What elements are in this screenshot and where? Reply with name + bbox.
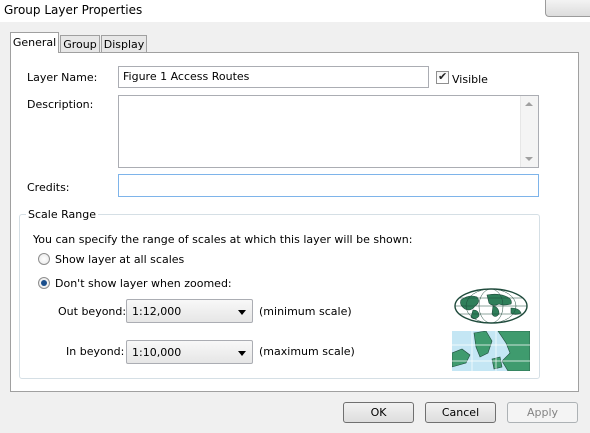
- out-beyond-combobox[interactable]: 1:12,000: [126, 299, 253, 323]
- tab-group[interactable]: Group: [60, 35, 100, 52]
- layer-name-label: Layer Name:: [27, 71, 98, 84]
- out-beyond-note: (minimum scale): [259, 305, 352, 318]
- credits-label: Credits:: [27, 181, 70, 194]
- radio-selected-dot: [41, 280, 47, 286]
- visible-label: Visible: [452, 73, 488, 86]
- zoomed-map-icon: [452, 331, 530, 371]
- description-label: Description:: [27, 98, 94, 111]
- scroll-up-icon[interactable]: [525, 102, 533, 106]
- chevron-down-icon[interactable]: [238, 351, 246, 356]
- radio-dont-show-when-zoomed[interactable]: [38, 277, 50, 289]
- description-scrollbar[interactable]: [520, 96, 538, 167]
- out-beyond-label: Out beyond:: [58, 305, 127, 318]
- window-title: Group Layer Properties: [4, 3, 143, 17]
- description-textarea[interactable]: [118, 95, 539, 168]
- in-beyond-label: In beyond:: [66, 345, 125, 358]
- in-beyond-note: (maximum scale): [259, 345, 355, 358]
- visible-checkbox[interactable]: ✔: [436, 70, 449, 84]
- option-show-all-label[interactable]: Show layer at all scales: [55, 253, 184, 266]
- in-beyond-value: 1:10,000: [132, 346, 182, 359]
- credits-input[interactable]: [118, 174, 539, 197]
- checkmark-icon: ✔: [438, 70, 448, 83]
- title-bar: Group Layer Properties: [0, 0, 590, 22]
- scroll-down-icon[interactable]: [525, 157, 533, 161]
- general-tab-panel: Layer Name: Figure 1 Access Routes ✔ Vis…: [10, 52, 579, 392]
- ok-button[interactable]: OK: [343, 402, 414, 423]
- radio-show-all-scales[interactable]: [38, 253, 50, 265]
- chevron-down-icon[interactable]: [238, 310, 246, 315]
- in-beyond-combobox[interactable]: 1:10,000: [126, 340, 253, 364]
- tab-display[interactable]: Display: [101, 35, 147, 52]
- scale-range-intro: You can specify the range of scales at w…: [33, 233, 413, 246]
- world-globe-icon: [454, 288, 528, 324]
- option-zoomed-label[interactable]: Don't show layer when zoomed:: [55, 277, 232, 290]
- layer-name-input[interactable]: Figure 1 Access Routes: [118, 66, 429, 88]
- cancel-button[interactable]: Cancel: [425, 402, 496, 423]
- out-beyond-value: 1:12,000: [132, 305, 182, 318]
- scale-range-legend: Scale Range: [26, 208, 98, 221]
- close-button[interactable]: [545, 0, 590, 17]
- apply-button[interactable]: Apply: [507, 402, 578, 423]
- tab-general[interactable]: General: [10, 32, 59, 53]
